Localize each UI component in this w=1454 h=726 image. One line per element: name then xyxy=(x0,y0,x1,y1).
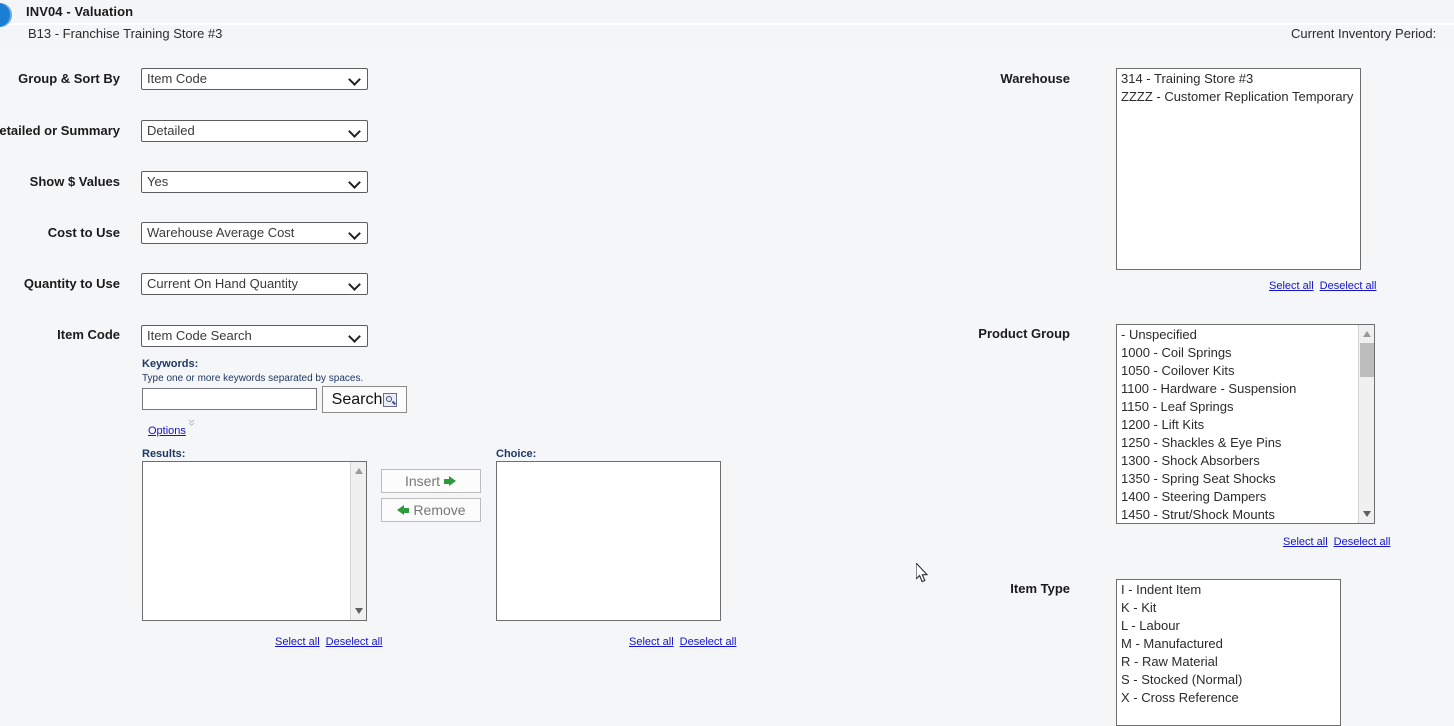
warehouse-select-links: Select all Deselect all xyxy=(1269,280,1377,292)
list-item[interactable]: 1000 - Coil Springs xyxy=(1117,344,1374,362)
choice-select-links: Select all Deselect all xyxy=(629,636,737,648)
chevron-double-down-icon[interactable]: » xyxy=(185,419,200,431)
current-inventory-period-label: Current Inventory Period: xyxy=(1291,26,1437,41)
list-item[interactable]: 1300 - Shock Absorbers xyxy=(1117,452,1374,470)
list-item[interactable]: 1200 - Lift Kits xyxy=(1117,416,1374,434)
label-detailed-or-summary: Detailed or Summary xyxy=(0,123,120,138)
product-group-select-all-link[interactable]: Select all xyxy=(1283,536,1328,548)
product-group-scrollbar[interactable] xyxy=(1358,325,1374,523)
list-item[interactable]: 1100 - Hardware - Suspension xyxy=(1117,380,1374,398)
insert-button-label: Insert xyxy=(404,473,440,489)
list-item[interactable]: 1050 - Coilover Kits xyxy=(1117,362,1374,380)
label-item-type: Item Type xyxy=(1010,581,1070,596)
show-dollar-values-value: Yes xyxy=(147,174,169,189)
chevron-down-icon xyxy=(350,330,361,343)
chevron-down-icon xyxy=(350,227,361,240)
list-item[interactable]: R - Raw Material xyxy=(1117,653,1340,671)
list-item[interactable]: - Unspecified xyxy=(1117,326,1374,344)
results-scrollbar[interactable] xyxy=(350,462,366,620)
label-item-code: Item Code xyxy=(57,327,120,342)
branch-subtitle: B13 - Franchise Training Store #3 xyxy=(28,26,223,41)
detailed-or-summary-value: Detailed xyxy=(147,123,195,138)
results-listbox[interactable] xyxy=(142,461,367,621)
warehouse-listbox[interactable]: 314 - Training Store #3 ZZZZ - Customer R… xyxy=(1116,68,1361,270)
list-item[interactable]: M - Manufactured xyxy=(1117,635,1340,653)
results-deselect-all-link[interactable]: Deselect all xyxy=(326,636,383,648)
results-select-links: Select all Deselect all xyxy=(275,636,383,648)
label-cost-to-use: Cost to Use xyxy=(47,225,120,240)
label-group-sort-by: Group & Sort By xyxy=(18,71,120,86)
choice-label: Choice: xyxy=(496,448,537,460)
chevron-down-icon xyxy=(350,125,361,138)
cost-to-use-select[interactable]: Warehouse Average Cost xyxy=(141,222,368,244)
warehouse-select-all-link[interactable]: Select all xyxy=(1269,280,1314,292)
options-link[interactable]: Options xyxy=(148,425,186,437)
item-type-options: I - Indent Item K - Kit L - Labour M - Manu… xyxy=(1117,581,1340,707)
list-item[interactable]: K - Kit xyxy=(1117,599,1340,617)
choice-deselect-all-link[interactable]: Deselect all xyxy=(680,636,737,648)
scroll-down-arrow-icon[interactable] xyxy=(1359,506,1374,522)
show-dollar-values-select[interactable]: Yes xyxy=(141,171,368,193)
product-group-listbox[interactable]: - Unspecified 1000 - Coil Springs 1050 - C… xyxy=(1116,324,1375,524)
label-warehouse: Warehouse xyxy=(1000,71,1070,86)
list-item[interactable]: X - Cross Reference xyxy=(1117,689,1340,707)
remove-button[interactable]: Remove xyxy=(381,498,481,522)
group-sort-by-select[interactable]: Item Code xyxy=(141,68,368,90)
list-item[interactable]: L - Labour xyxy=(1117,617,1340,635)
search-icon xyxy=(383,392,398,407)
search-button-label: Search xyxy=(331,390,383,408)
keywords-label: Keywords: xyxy=(142,358,199,370)
quantity-to-use-value: Current On Hand Quantity xyxy=(147,276,299,291)
page-title: INV04 - Valuation xyxy=(26,4,134,19)
keywords-hint: Type one or more keywords separated by s… xyxy=(142,373,364,384)
list-item[interactable]: 1350 - Spring Seat Shocks xyxy=(1117,470,1374,488)
search-button[interactable]: Search xyxy=(322,386,407,413)
item-type-listbox[interactable]: I - Indent Item K - Kit L - Labour M - Manu… xyxy=(1116,579,1341,726)
chevron-down-icon xyxy=(350,278,361,291)
warehouse-deselect-all-link[interactable]: Deselect all xyxy=(1320,280,1377,292)
label-product-group: Product Group xyxy=(978,326,1070,341)
list-item[interactable]: 1450 - Strut/Shock Mounts xyxy=(1117,506,1374,523)
item-code-value: Item Code Search xyxy=(147,328,252,343)
scroll-up-arrow-icon[interactable] xyxy=(1359,326,1374,342)
label-quantity-to-use: Quantity to Use xyxy=(23,276,120,291)
chevron-down-icon xyxy=(350,176,361,189)
mouse-cursor xyxy=(915,561,930,584)
group-sort-by-value: Item Code xyxy=(147,71,207,86)
list-item[interactable]: S - Stocked (Normal) xyxy=(1117,671,1340,689)
results-select-all-link[interactable]: Select all xyxy=(275,636,320,648)
product-group-options: - Unspecified 1000 - Coil Springs 1050 - C… xyxy=(1117,326,1374,523)
scrollbar-thumb[interactable] xyxy=(1360,343,1374,377)
quantity-to-use-select[interactable]: Current On Hand Quantity xyxy=(141,273,368,295)
insert-button[interactable]: Insert xyxy=(381,469,481,493)
choice-listbox[interactable] xyxy=(496,461,721,621)
product-group-deselect-all-link[interactable]: Deselect all xyxy=(1334,536,1391,548)
label-show-dollar-values: Show $ Values xyxy=(29,174,120,189)
list-item[interactable]: 1250 - Shackles & Eye Pins xyxy=(1117,434,1374,452)
detailed-or-summary-select[interactable]: Detailed xyxy=(141,120,368,142)
warehouse-options: 314 - Training Store #3 ZZZZ - Customer R… xyxy=(1117,70,1360,106)
list-item[interactable]: 1400 - Steering Dampers xyxy=(1117,488,1374,506)
arrow-right-icon xyxy=(444,475,457,487)
page-header: INV04 - Valuation B13 - Franchise Traini… xyxy=(0,0,1454,48)
list-item[interactable]: ZZZZ - Customer Replication Temporary xyxy=(1117,88,1360,106)
scroll-down-arrow-icon[interactable] xyxy=(351,603,366,619)
cost-to-use-value: Warehouse Average Cost xyxy=(147,225,295,240)
chevron-down-icon xyxy=(350,73,361,86)
remove-button-label: Remove xyxy=(413,502,466,518)
list-item[interactable]: 1150 - Leaf Springs xyxy=(1117,398,1374,416)
arrow-left-icon xyxy=(396,504,410,516)
list-item[interactable]: I - Indent Item xyxy=(1117,581,1340,599)
list-item[interactable]: 314 - Training Store #3 xyxy=(1117,70,1360,88)
header-top-band xyxy=(0,0,1454,23)
choice-select-all-link[interactable]: Select all xyxy=(629,636,674,648)
keywords-input[interactable] xyxy=(142,388,317,410)
item-code-select[interactable]: Item Code Search xyxy=(141,325,368,347)
results-label: Results: xyxy=(142,448,186,460)
scroll-up-arrow-icon[interactable] xyxy=(351,463,366,479)
product-group-select-links: Select all Deselect all xyxy=(1283,536,1391,548)
